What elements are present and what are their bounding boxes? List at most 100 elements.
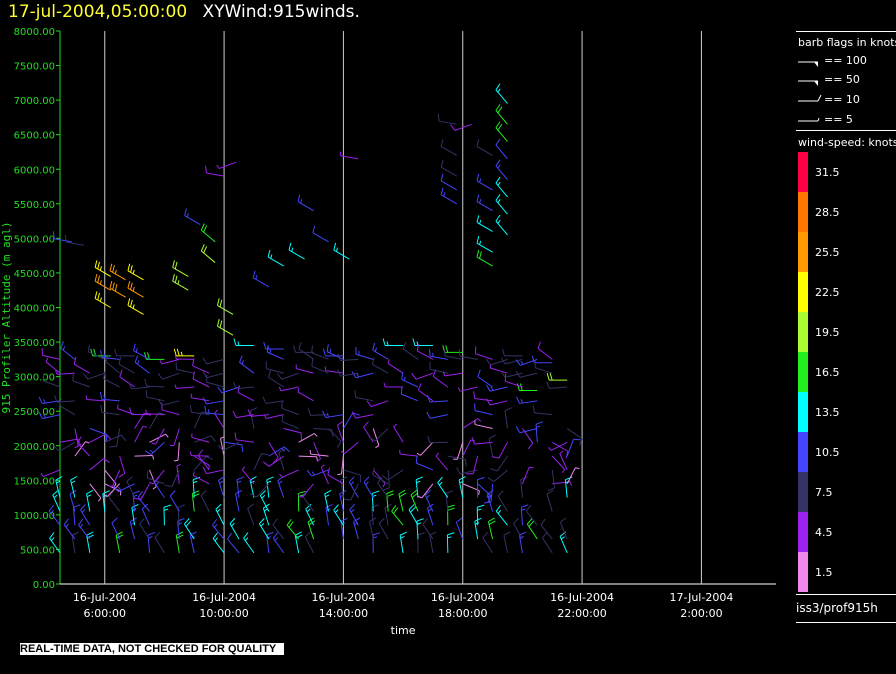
wind-barb-half-flag <box>163 508 169 511</box>
wind-barb-flag <box>322 348 326 357</box>
wind-barb-flag <box>288 521 294 528</box>
wind-barb-half-flag <box>443 192 446 197</box>
wind-barb <box>42 354 61 360</box>
y-tick-label: 4500.00 <box>14 269 55 280</box>
wind-barb-half-flag <box>219 480 224 484</box>
wind-barb-flag <box>232 381 237 389</box>
wind-barb-half-flag <box>337 473 342 476</box>
wind-barb-half-flag <box>416 452 421 456</box>
legend-divider <box>796 594 896 595</box>
wind-barb <box>161 358 180 365</box>
wind-barb-flag <box>485 398 491 406</box>
wind-barb-flag <box>42 373 45 381</box>
x-tick-date: 16-Jul-2004 <box>312 591 376 604</box>
wind-barb <box>378 523 389 540</box>
wind-barb-flag <box>485 358 491 366</box>
wind-barb-flag <box>112 282 115 290</box>
wind-barb-flag <box>447 507 455 511</box>
wind-barb-half-flag <box>108 485 113 487</box>
wind-barb <box>45 361 61 374</box>
wind-barb-flag <box>94 260 98 268</box>
wind-barb-half-flag <box>520 398 523 404</box>
wind-barb-flag <box>532 405 535 413</box>
wind-barb <box>387 469 404 481</box>
wind-barb <box>490 367 508 374</box>
wind-barb <box>343 469 361 476</box>
wind-barb <box>266 368 284 374</box>
wind-barb <box>224 441 242 446</box>
wind-barb-half-flag <box>207 409 210 414</box>
wind-barb <box>482 537 494 554</box>
wind-barb-half-flag <box>457 387 461 392</box>
y-tick-label: 2500.00 <box>14 407 55 418</box>
wind-barb-half-flag <box>241 466 246 471</box>
wind-barb-half-flag <box>561 469 565 474</box>
wind-barb <box>253 453 262 471</box>
wind-barb-half-flag <box>103 395 106 400</box>
wind-barb-flag <box>147 531 156 536</box>
wind-barb <box>250 410 255 429</box>
wind-barb-half-flag <box>151 442 156 445</box>
wind-barb-flag <box>476 139 480 147</box>
wind-barb-flag <box>229 517 236 524</box>
speed-bin-label: 19.5 <box>815 326 840 339</box>
wind-barb-flag <box>189 404 192 413</box>
wind-barb-flag <box>102 490 110 494</box>
wind-barb-flag <box>120 434 127 442</box>
y-tick-label: 6500.00 <box>14 131 55 142</box>
wind-barb-half-flag <box>149 449 154 453</box>
wind-barb <box>534 367 553 374</box>
wind-barb-flag <box>497 123 503 131</box>
wind-barb-half-flag <box>340 450 345 455</box>
wind-barb-flag <box>203 246 208 254</box>
wind-barb-half-flag <box>393 423 397 428</box>
wind-barb <box>495 144 508 160</box>
speed-color-swatch <box>798 352 808 392</box>
speed-color-swatch <box>798 432 808 472</box>
speed-color-swatch <box>798 192 808 232</box>
wind-barb <box>108 496 121 512</box>
wind-barb-flag <box>401 372 404 380</box>
wind-barb-flag <box>233 338 237 346</box>
wind-barb-flag <box>351 411 357 419</box>
wind-barb-flag <box>114 348 118 357</box>
wind-barb <box>462 483 480 492</box>
wind-barb-flag <box>495 214 501 222</box>
wind-barb-flag <box>458 348 461 357</box>
wind-barb-half-flag <box>306 508 311 513</box>
wind-barb <box>206 469 225 475</box>
wind-barb-flag <box>259 518 265 525</box>
wind-barb <box>105 361 120 374</box>
wind-barb <box>206 372 225 379</box>
wind-barb-flag <box>227 532 232 540</box>
wind-barb <box>430 414 448 419</box>
wind-barb <box>374 428 389 442</box>
wind-barb-flag <box>546 489 554 495</box>
wind-barb <box>176 386 195 389</box>
wind-barb-flag <box>447 532 455 536</box>
wind-barb-half-flag <box>297 387 300 393</box>
wind-barb-flag <box>38 396 43 404</box>
wind-barb <box>430 368 448 374</box>
wind-barb-flag <box>131 503 139 508</box>
wind-barb-half-flag <box>548 446 552 451</box>
wind-barb <box>504 358 523 365</box>
wind-barb-half-flag <box>479 178 482 183</box>
wind-barb <box>421 483 434 499</box>
wind-barb-flag <box>546 372 550 381</box>
wind-barb-flag <box>132 490 141 494</box>
wind-barb-flag <box>504 407 512 412</box>
wind-barb-flag <box>97 261 100 270</box>
wind-barb-flag <box>267 249 271 258</box>
wind-barb-flag <box>247 503 254 509</box>
y-tick-label: 8000.00 <box>14 27 55 38</box>
wind-barb-flag <box>215 503 222 510</box>
wind-barb <box>513 523 523 540</box>
wind-barb-flag <box>549 372 553 381</box>
wind-barb <box>549 386 568 389</box>
wind-barb <box>89 433 107 443</box>
speed-color-swatch <box>798 392 808 432</box>
wind-barb-flag <box>445 490 453 494</box>
wind-barb-half-flag <box>311 471 315 476</box>
wind-barb-flag <box>86 531 94 536</box>
